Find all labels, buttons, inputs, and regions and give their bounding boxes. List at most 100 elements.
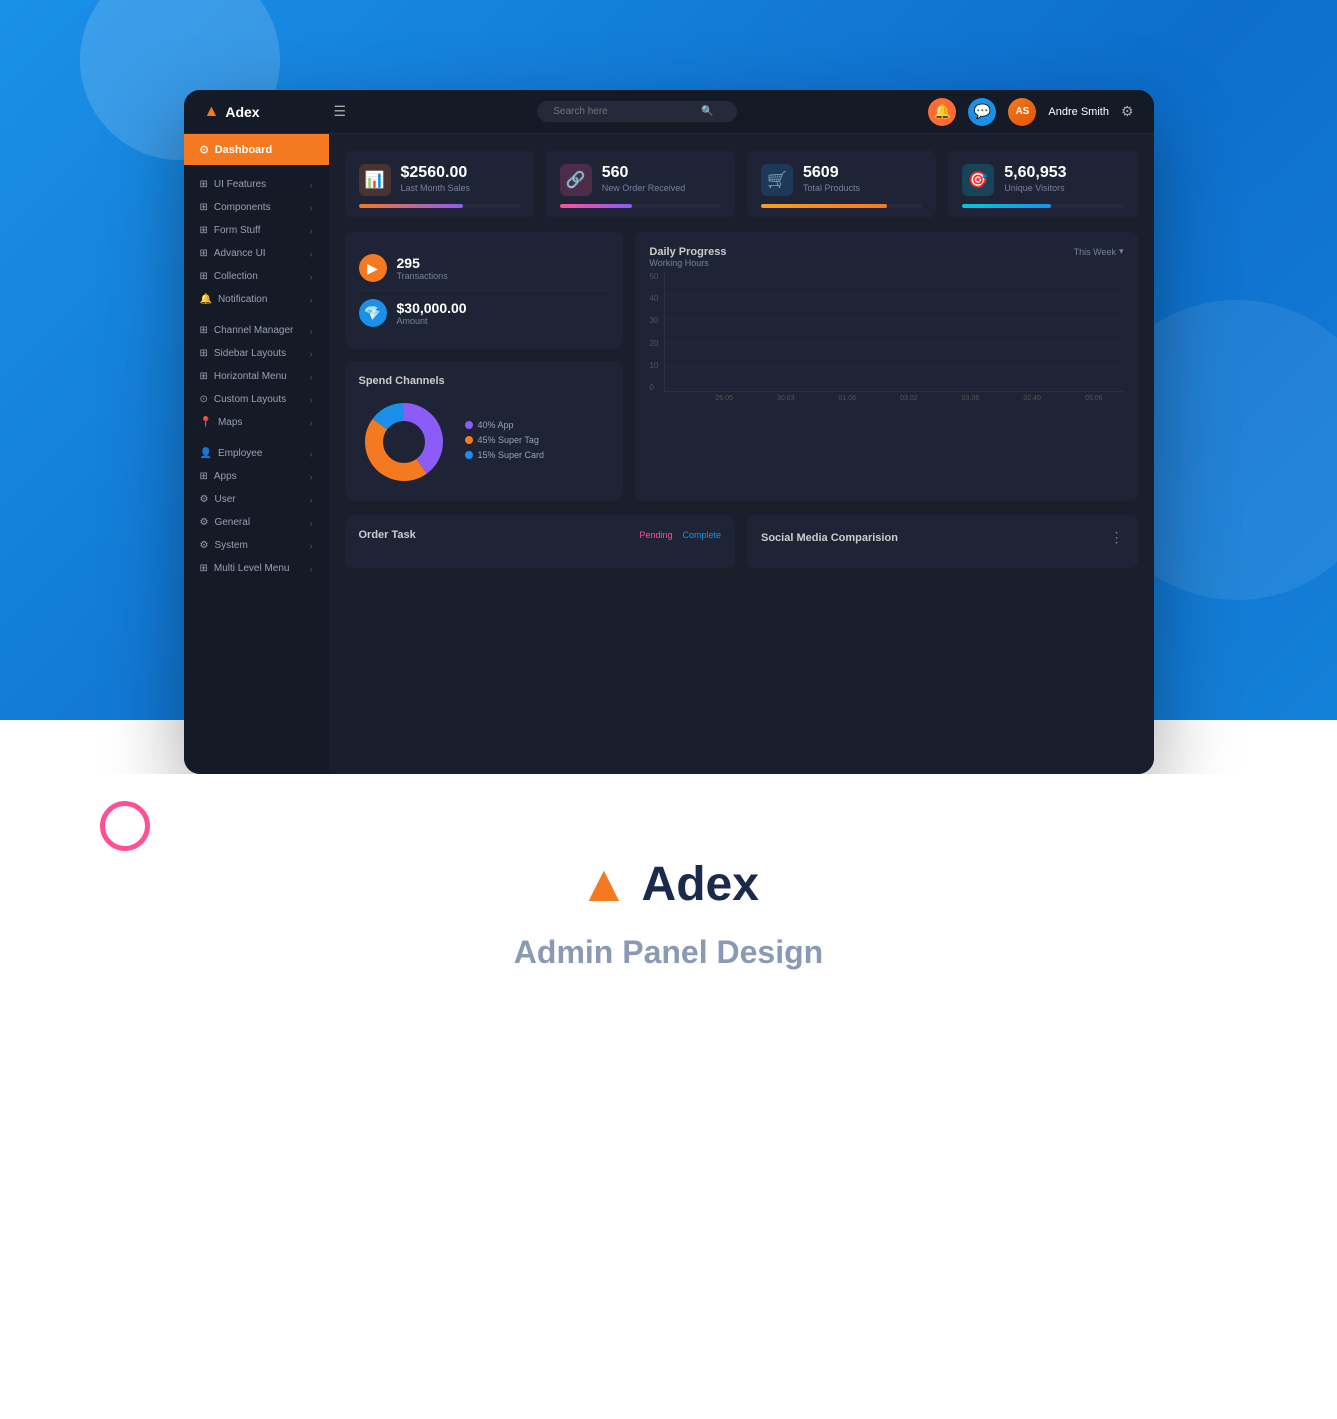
legend-label-1: 45% Super Tag xyxy=(478,435,539,445)
chart-bars-area xyxy=(664,272,1123,392)
notification-bell-button[interactable]: 🔔 xyxy=(928,98,956,126)
sales-label: Last Month Sales xyxy=(401,183,471,193)
chart-header: Daily Progress Working Hours This Week ▾ xyxy=(649,246,1123,268)
grid-line-1 xyxy=(665,366,1123,367)
orders-icon: 🔗 xyxy=(560,164,592,196)
channel-icon: ⊞ xyxy=(200,325,208,336)
search-icon: 🔍 xyxy=(701,106,713,117)
sidebar-item-employee[interactable]: 👤 Employee › xyxy=(184,442,329,465)
legend-item-2: 15% Super Card xyxy=(465,450,545,460)
dashboard-icon: ⊙ xyxy=(200,143,209,156)
sidebar-notification-label: Notification xyxy=(218,294,267,305)
bottom-section: ▲ Adex Admin Panel Design xyxy=(0,774,1337,1031)
x-label-1: 30.03 xyxy=(756,395,816,402)
visitors-label: Unique Visitors xyxy=(1004,183,1066,193)
settings-icon[interactable]: ⚙ xyxy=(1121,103,1134,120)
sidebar-group-3: 👤 Employee › ⊞ Apps › ⚙ xyxy=(184,442,329,580)
multilevel-icon: ⊞ xyxy=(200,563,208,574)
sidebar-layouts-icon: ⊞ xyxy=(200,348,208,359)
tab-complete[interactable]: Complete xyxy=(682,530,721,540)
sidebar-item-general[interactable]: ⚙ General › xyxy=(184,511,329,534)
products-value: 5609 xyxy=(803,164,860,182)
stat-card-products: 🛒 5609 Total Products xyxy=(747,150,936,218)
employee-icon: 👤 xyxy=(200,448,212,459)
notification-message-button[interactable]: 💬 xyxy=(968,98,996,126)
sidebar-item-sidebar-layouts[interactable]: ⊞ Sidebar Layouts › xyxy=(184,342,329,365)
sidebar-item-system[interactable]: ⚙ System › xyxy=(184,534,329,557)
search-box[interactable]: 🔍 xyxy=(537,101,737,122)
sidebar-group-2: ⊞ Channel Manager › ⊞ Sidebar Layouts › xyxy=(184,319,329,434)
sidebar-multilevel-label: Multi Level Menu xyxy=(214,563,290,574)
products-bar xyxy=(761,204,922,208)
chevron-icon-7: › xyxy=(310,326,313,336)
chart-subtitle: Working Hours xyxy=(649,258,726,268)
general-icon: ⚙ xyxy=(200,517,209,528)
social-header: Social Media Comparision ⋮ xyxy=(761,529,1124,546)
x-label-2: 01.06 xyxy=(818,395,878,402)
chart-period-selector[interactable]: This Week ▾ xyxy=(1074,246,1124,257)
x-label-4: 03.06 xyxy=(941,395,1001,402)
sidebar-item-channel-manager[interactable]: ⊞ Channel Manager › xyxy=(184,319,329,342)
sidebar-item-ui-features[interactable]: ⊞ UI Features › xyxy=(184,173,329,196)
transaction-value-0: 295 xyxy=(397,255,448,271)
horizontal-icon: ⊞ xyxy=(200,371,208,382)
sidebar-form-label: Form Stuff xyxy=(214,225,261,236)
menu-toggle-button[interactable]: ☰ xyxy=(334,103,347,120)
chart-y-labels: 50 40 30 20 10 0 xyxy=(649,272,664,392)
chevron-icon-13: › xyxy=(310,472,313,482)
legend-dot-2 xyxy=(465,451,473,459)
sidebar-item-dashboard[interactable]: ⊙ Dashboard xyxy=(184,134,329,165)
sales-icon: 📊 xyxy=(359,164,391,196)
sidebar-item-custom-layouts[interactable]: ⊙ Custom Layouts › xyxy=(184,388,329,411)
sidebar-item-user[interactable]: ⚙ User › xyxy=(184,488,329,511)
branding-logo: ▲ Adex xyxy=(20,854,1317,914)
tab-pending[interactable]: Pending xyxy=(639,530,672,540)
sidebar-item-notification[interactable]: 🔔 Notification › xyxy=(184,288,329,311)
x-label-0: 26.05 xyxy=(694,395,754,402)
sidebar-item-multi-level[interactable]: ⊞ Multi Level Menu › xyxy=(184,557,329,580)
x-label-6: 05.06 xyxy=(1064,395,1124,402)
chevron-icon-15: › xyxy=(310,518,313,528)
order-title: Order Task xyxy=(359,529,416,541)
sidebar: ⊙ Dashboard ⊞ UI Features › ⊞ C xyxy=(184,134,329,774)
social-more-button[interactable]: ⋮ xyxy=(1110,529,1124,546)
x-label-3: 03.02 xyxy=(879,395,939,402)
collection-icon: ⊞ xyxy=(200,271,208,282)
apps-icon: ⊞ xyxy=(200,471,208,482)
chevron-icon-4: › xyxy=(310,249,313,259)
sidebar-item-advance-ui[interactable]: ⊞ Advance UI › xyxy=(184,242,329,265)
sidebar-layouts-label: Sidebar Layouts xyxy=(214,348,286,359)
transaction-label-1: Amount xyxy=(397,316,467,326)
sidebar-item-form-stuff[interactable]: ⊞ Form Stuff › xyxy=(184,219,329,242)
social-media-panel: Social Media Comparision ⋮ xyxy=(747,515,1138,568)
sidebar-item-horizontal-menu[interactable]: ⊞ Horizontal Menu › xyxy=(184,365,329,388)
chevron-icon-9: › xyxy=(310,372,313,382)
sidebar-item-apps[interactable]: ⊞ Apps › xyxy=(184,465,329,488)
chevron-icon: › xyxy=(310,180,313,190)
products-bar-fill xyxy=(761,204,887,208)
legend-item-1: 45% Super Tag xyxy=(465,435,545,445)
x-label-5: 02.40 xyxy=(1002,395,1062,402)
sidebar-item-maps[interactable]: 📍 Maps › xyxy=(184,411,329,434)
visitors-bar-fill xyxy=(962,204,1051,208)
stat-card-visitors: 🎯 5,60,953 Unique Visitors xyxy=(948,150,1137,218)
dashboard-body: ⊙ Dashboard ⊞ UI Features › ⊞ C xyxy=(184,134,1154,774)
chevron-down-icon: ▾ xyxy=(1119,246,1124,257)
grid-line-4 xyxy=(665,294,1123,295)
chevron-icon-11: › xyxy=(310,418,313,428)
logo: ▲ Adex xyxy=(204,103,324,121)
brand-name: Adex xyxy=(642,857,759,912)
bottom-row: Order Task Pending Complete Social Media… xyxy=(345,515,1138,568)
spend-content: 40% App 45% Super Tag 15% Super Card xyxy=(359,397,610,487)
visitors-value: 5,60,953 xyxy=(1004,164,1066,182)
transactions-panel: ▶ 295 Transactions 💎 $30,000.00 xyxy=(345,232,624,349)
grid-line-2 xyxy=(665,342,1123,343)
search-input[interactable] xyxy=(553,106,693,117)
products-icon: 🛒 xyxy=(761,164,793,196)
sidebar-item-collection[interactable]: ⊞ Collection › xyxy=(184,265,329,288)
sidebar-advance-label: Advance UI xyxy=(214,248,266,259)
order-task-panel: Order Task Pending Complete xyxy=(345,515,736,568)
sidebar-item-components[interactable]: ⊞ Components › xyxy=(184,196,329,219)
legend-item-0: 40% App xyxy=(465,420,545,430)
sidebar-dashboard-label: Dashboard xyxy=(215,144,272,156)
